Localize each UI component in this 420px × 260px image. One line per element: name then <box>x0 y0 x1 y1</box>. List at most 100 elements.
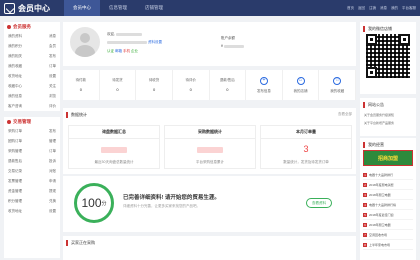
stat-item[interactable]: + 发布信息 <box>246 70 283 100</box>
sidebar-link[interactable]: 收货地址 <box>8 209 22 214</box>
top-link-back[interactable]: 返回 <box>358 6 365 11</box>
stat-icon: ⌂ <box>296 76 305 85</box>
sidebar-link[interactable]: 团购订单 <box>8 139 22 144</box>
sidebar-link[interactable]: 评价 <box>49 104 56 109</box>
promo-banner[interactable]: 招商加盟 <box>363 150 413 166</box>
sidebar-row: 退款售后 投诉 <box>4 156 60 166</box>
sidebar-link[interactable]: 订单 <box>49 64 56 69</box>
stat-label: 我的店铺 <box>293 88 308 93</box>
verify-item[interactable]: 邮箱 <box>115 49 122 53</box>
stat-value: 0 <box>116 87 119 92</box>
recommend-item-label: 2018年厨卫电器 <box>369 222 391 227</box>
sidebar-row: 交易记录 对账 <box>4 166 60 176</box>
greeting-label: 欢迎, <box>107 32 115 36</box>
stat-item[interactable]: ⌂ 我的店铺 <box>283 70 320 100</box>
sidebar-link[interactable]: 申请 <box>49 179 56 184</box>
stat-item[interactable]: 待评价 0 <box>173 70 210 100</box>
recommend-item[interactable]: 3 2018年厨卫电器 <box>363 190 413 200</box>
sidebar-link[interactable]: 订单 <box>49 149 56 154</box>
stat-value: 0 <box>152 87 156 92</box>
data-stat-value: 3 <box>303 144 309 154</box>
sidebar-row: 我的信息 浏览 <box>4 91 60 101</box>
stat-item[interactable]: 待发货 0 <box>100 70 137 100</box>
sidebar-link[interactable]: 资金管理 <box>8 189 22 194</box>
sidebar-link[interactable]: 投诉 <box>49 159 56 164</box>
verify-item[interactable]: 企业 <box>131 49 138 53</box>
qr-finder <box>366 34 377 45</box>
sidebar-link[interactable]: 我的积分 <box>8 44 22 49</box>
rank-badge: 8 <box>363 242 367 247</box>
sidebar-link[interactable]: 消息 <box>49 34 56 39</box>
stat-item[interactable]: 退款/售后 0 <box>210 70 247 100</box>
stat-item[interactable]: 待收货 0 <box>136 70 173 100</box>
sidebar-link[interactable]: 对账 <box>49 169 56 174</box>
sidebar-link[interactable]: 采购订单 <box>8 129 22 134</box>
top-link-mine[interactable]: 我的 <box>391 6 398 11</box>
sidebar-link[interactable]: 浏览 <box>49 94 56 99</box>
sidebar-link[interactable]: 会员 <box>49 44 56 49</box>
data-stat-box[interactable]: 询盘数据汇总 最近30天询盘总数量统计 <box>68 125 160 169</box>
sidebar-link[interactable]: 收货地址 <box>8 74 22 79</box>
sidebar-link[interactable]: 兑换 <box>49 199 56 204</box>
score-ring: 100 分 <box>74 183 114 223</box>
sidebar-link[interactable]: 退款售后 <box>8 159 22 164</box>
sidebar-link[interactable]: 设置 <box>49 74 56 79</box>
sidebar-link[interactable]: 我的资料 <box>8 34 22 39</box>
sidebar-row: 资金管理 提现 <box>4 186 60 196</box>
top-link-service[interactable]: 平台客服 <box>402 6 416 11</box>
balance-row: ¥ <box>221 44 244 48</box>
stat-item[interactable]: ☆ 我的收藏 <box>319 70 356 100</box>
nav-member-center[interactable]: 会员中心 <box>64 0 100 16</box>
notice-item[interactable]: 关于会员服务升级通知 <box>364 113 394 117</box>
sidebar-link[interactable]: 关注 <box>49 84 56 89</box>
logo[interactable]: 会员中心 <box>4 2 64 14</box>
profile-settings-link[interactable]: 资料设置 <box>148 40 162 44</box>
data-stat-box[interactable]: 采购数据统计 平台采购信息累计 <box>164 125 256 169</box>
sidebar-link[interactable]: 我的收藏 <box>8 64 22 69</box>
sidebar-row: 采购管理 订单 <box>4 146 60 156</box>
stat-item[interactable]: 待付款 0 <box>63 70 100 100</box>
recommend-title: 我的经营 <box>363 142 384 148</box>
recommend-item[interactable]: 4 电器十大品牌排行榜 <box>363 200 413 210</box>
recommend-item[interactable]: 6 2018年厨卫电器 <box>363 220 413 230</box>
sidebar-link[interactable]: 提现 <box>49 189 56 194</box>
sidebar-section-title[interactable]: 交易管理 <box>4 117 60 126</box>
nav-shop-management[interactable]: 店铺管理 <box>136 0 172 16</box>
recommend-item[interactable]: 7 空调回收市场 <box>363 230 413 240</box>
recommend-item[interactable]: 8 上半年家电市场 <box>363 240 413 250</box>
nav-info-management[interactable]: 信息管理 <box>100 0 136 16</box>
verify-item[interactable]: 认证 <box>107 49 114 53</box>
logo-text: 会员中心 <box>18 3 50 13</box>
sidebar-link[interactable]: 发票管理 <box>8 179 22 184</box>
data-stats-more-link[interactable]: 查看全部 <box>338 112 352 117</box>
sidebar-link[interactable]: 管理 <box>49 139 56 144</box>
top-link-logout[interactable]: 注销 <box>369 6 376 11</box>
sidebar-section-title[interactable]: 会员服务 <box>4 22 60 31</box>
sidebar-link[interactable]: 我的信息 <box>8 94 22 99</box>
top-link-home[interactable]: 首页 <box>347 6 354 11</box>
sidebar-link[interactable]: 采购管理 <box>8 149 22 154</box>
view-profile-button[interactable]: 查看资料 <box>306 198 332 208</box>
sidebar-link[interactable]: 收藏中心 <box>8 84 22 89</box>
recommend-item-label: 2018年度最佳门窗 <box>369 212 394 217</box>
sidebar-row: 收货地址 设置 <box>4 206 60 216</box>
recommend-item[interactable]: 5 2018年度最佳门窗 <box>363 210 413 220</box>
score-title: 已完善详细资料! 请开始您的贸易生涯。 <box>123 195 220 201</box>
notice-item[interactable]: 关于平台新增产品服务 <box>364 121 394 125</box>
verify-item[interactable]: 手机 <box>123 49 130 53</box>
sidebar-link[interactable]: 发布 <box>49 54 56 59</box>
sidebar-link[interactable]: 交易记录 <box>8 169 22 174</box>
top-link-messages[interactable]: 消息 <box>380 6 387 11</box>
rank-badge: 2 <box>363 182 367 187</box>
stat-label: 待评价 <box>185 78 196 82</box>
sidebar-link[interactable]: 客户咨询 <box>8 104 22 109</box>
data-stat-box[interactable]: 本月订单量 3 数量统计，发货及待发货订单 <box>260 125 352 169</box>
sidebar-link[interactable]: 我的相关 <box>8 54 22 59</box>
sidebar-link[interactable]: 设置 <box>49 209 56 214</box>
recommend-item[interactable]: 2 2018年度厨电消费 <box>363 180 413 190</box>
sidebar-link[interactable]: 发布 <box>49 129 56 134</box>
recommend-item[interactable]: 1 电器十大品牌排行 <box>363 170 413 180</box>
sidebar-link[interactable]: 积分管理 <box>8 199 22 204</box>
avatar[interactable] <box>70 27 100 57</box>
data-stats-title: 数据统计 <box>66 112 87 118</box>
